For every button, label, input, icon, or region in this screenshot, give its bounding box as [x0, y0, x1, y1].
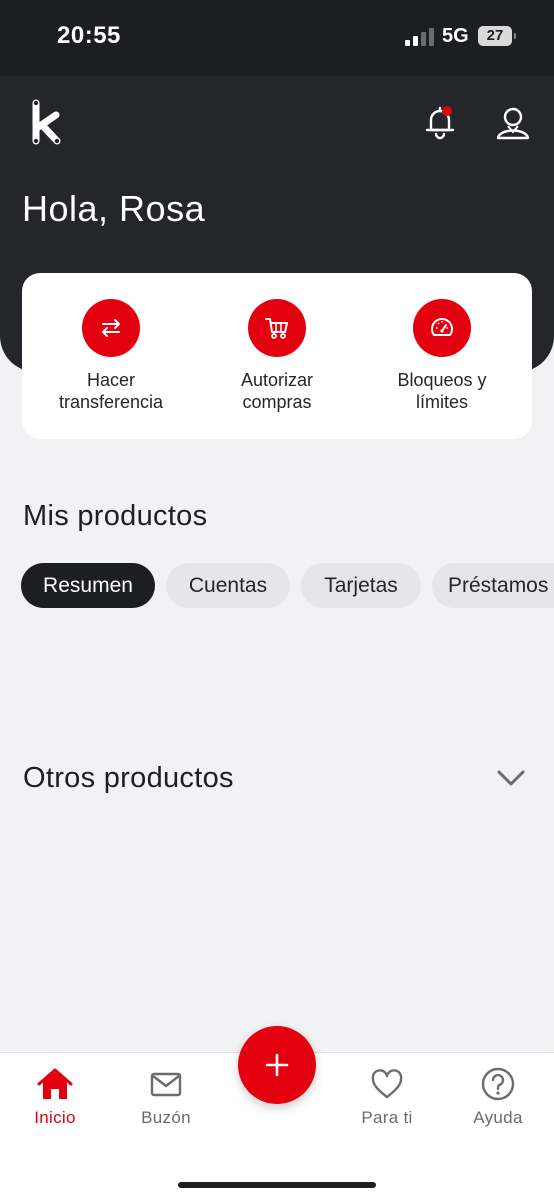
signal-icon	[405, 28, 435, 46]
status-time: 20:55	[57, 22, 121, 49]
transfer-action-label: Hacer transferencia	[58, 370, 164, 412]
quick-actions-card: Hacer transferencia Autorizar compras Bl…	[22, 273, 532, 439]
tab-cuentas[interactable]: Cuentas	[166, 563, 290, 608]
nav-item-ayuda[interactable]: Ayuda	[448, 1066, 548, 1128]
tab-resumen[interactable]: Resumen	[21, 563, 155, 608]
home-indicator	[178, 1182, 376, 1188]
greeting-title: Hola, Rosa	[22, 188, 206, 229]
notification-dot	[442, 106, 452, 116]
tab-tarjetas[interactable]: Tarjetas	[301, 563, 421, 608]
mail-icon	[150, 1072, 182, 1097]
transfer-arrows-icon	[82, 299, 140, 357]
nav-item-buzon[interactable]: Buzón	[116, 1066, 216, 1128]
other-products-title[interactable]: Otros productos	[23, 762, 234, 795]
nav-label-para-ti: Para ti	[361, 1108, 413, 1127]
my-products-title: Mis productos	[23, 500, 208, 532]
k-logo[interactable]	[28, 98, 64, 148]
heart-icon	[371, 1069, 403, 1099]
user-icon[interactable]	[494, 104, 532, 142]
nav-label-buzon: Buzón	[141, 1108, 191, 1127]
chevron-down-icon[interactable]	[496, 766, 526, 790]
nav-label-inicio: Inicio	[34, 1108, 76, 1127]
bell-icon[interactable]	[422, 104, 458, 140]
nav-item-para-ti[interactable]: Para ti	[337, 1066, 437, 1128]
nav-item-inicio[interactable]: Inicio	[5, 1066, 105, 1128]
cart-icon	[248, 299, 306, 357]
help-icon	[481, 1067, 515, 1101]
nav-label-ayuda: Ayuda	[473, 1108, 523, 1127]
add-button[interactable]	[238, 1026, 316, 1104]
authorize-purchases-label: Autorizar compras	[240, 370, 314, 412]
plus-icon	[265, 1053, 289, 1077]
network-type: 5G	[442, 25, 469, 47]
authorize-purchases-action[interactable]: Autorizar compras	[207, 299, 347, 413]
limits-action-label: Bloqueos y límites	[397, 370, 487, 412]
battery-icon: 27	[478, 26, 516, 46]
speedometer-icon	[413, 299, 471, 357]
status-bar: 20:55 5G 27	[0, 0, 554, 76]
tab-prestamos[interactable]: Préstamos	[432, 563, 554, 608]
transfer-action[interactable]: Hacer transferencia	[41, 299, 181, 413]
home-icon	[37, 1068, 73, 1099]
limits-action[interactable]: Bloqueos y límites	[372, 299, 512, 413]
